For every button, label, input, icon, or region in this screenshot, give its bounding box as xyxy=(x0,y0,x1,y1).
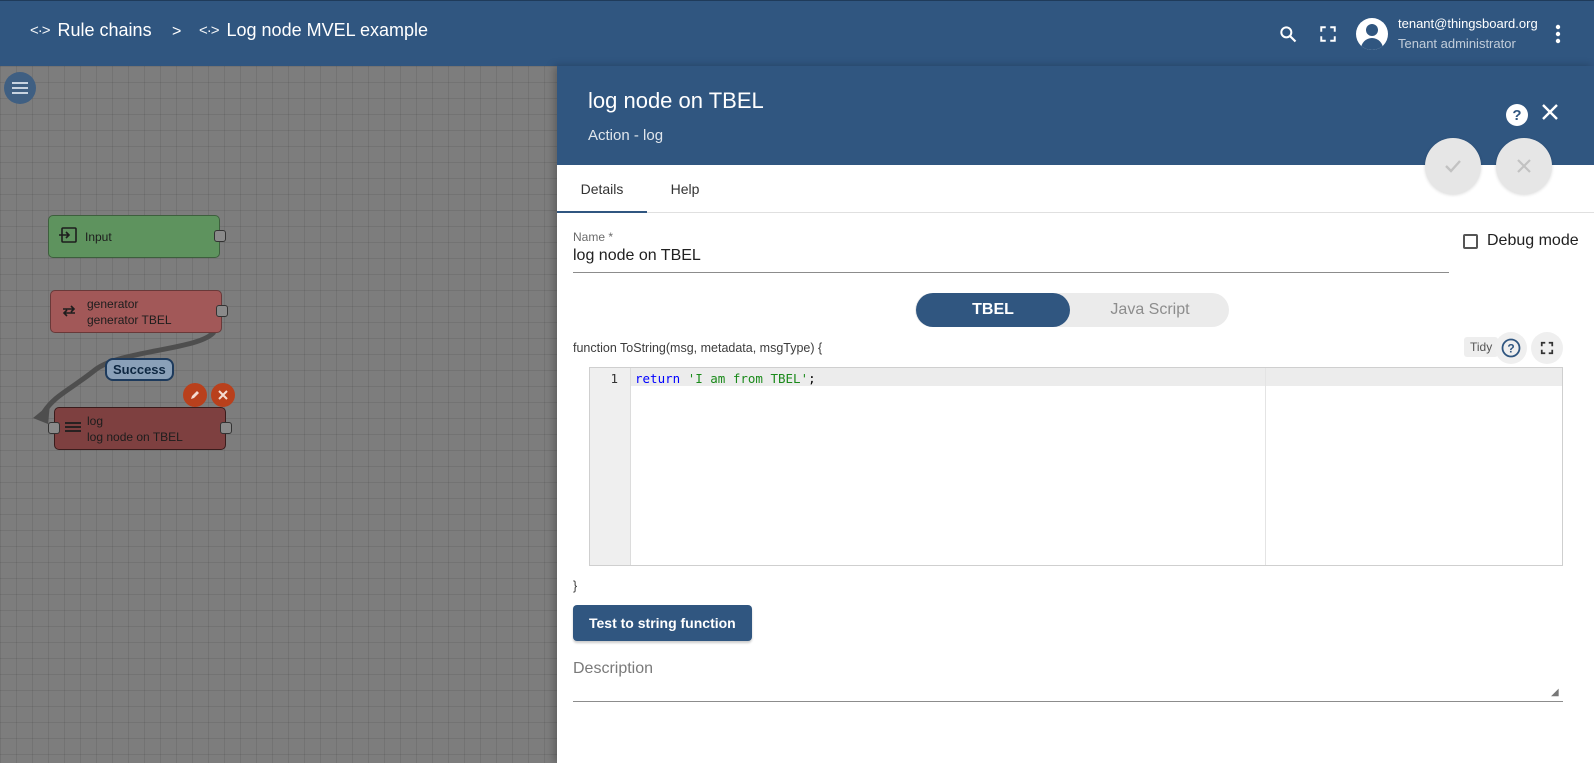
checkbox-icon[interactable] xyxy=(1463,233,1478,249)
code-line[interactable]: return 'I am from TBEL'; xyxy=(635,371,816,386)
output-port[interactable] xyxy=(220,422,232,434)
repeat-icon xyxy=(61,303,77,323)
output-port[interactable] xyxy=(214,230,226,242)
description-field[interactable]: Description xyxy=(573,660,653,678)
input-port[interactable] xyxy=(48,422,60,434)
more-vert-icon[interactable] xyxy=(1545,21,1571,47)
account-icon[interactable] xyxy=(1356,18,1388,50)
code-terminator: ; xyxy=(808,371,816,386)
user-role: Tenant administrator xyxy=(1398,36,1516,51)
name-field-underline xyxy=(573,272,1449,273)
user-email[interactable]: tenant@thingsboard.org xyxy=(1398,16,1538,31)
debug-mode-checkbox[interactable]: Debug mode xyxy=(1463,232,1579,250)
print-margin xyxy=(1265,368,1266,565)
node-type: Input xyxy=(85,230,112,244)
link-label-success[interactable]: Success xyxy=(105,358,174,381)
rule-connection-link[interactable] xyxy=(0,0,560,763)
panel-tabs: Details Help xyxy=(557,165,1594,213)
debug-mode-label: Debug mode xyxy=(1487,232,1579,249)
svg-text:?: ? xyxy=(1507,342,1514,356)
input-icon xyxy=(59,227,77,247)
name-field-label: Name * xyxy=(573,230,614,244)
close-icon[interactable] xyxy=(1541,102,1559,126)
tab-help[interactable]: Help xyxy=(647,165,723,213)
resize-handle-icon[interactable]: ◢ xyxy=(1551,687,1559,698)
log-lines-icon xyxy=(65,420,81,438)
search-icon[interactable] xyxy=(1275,21,1301,47)
node-name: generator TBEL xyxy=(87,313,172,327)
code-string: 'I am from TBEL' xyxy=(687,371,809,386)
rule-node-input[interactable]: Input xyxy=(48,215,226,258)
rule-node-generator[interactable]: generator generator TBEL xyxy=(50,290,228,333)
help-icon[interactable]: ? xyxy=(1506,104,1528,126)
edit-icon[interactable] xyxy=(183,383,207,407)
script-language-toggle[interactable]: TBEL Java Script xyxy=(915,293,1229,327)
delete-icon[interactable] xyxy=(211,383,235,407)
code-editor[interactable]: 1 return 'I am from TBEL'; xyxy=(589,367,1563,566)
node-type: generator xyxy=(87,297,139,311)
node-name: log node on TBEL xyxy=(87,430,183,444)
description-underline xyxy=(573,701,1563,702)
panel-title: log node on TBEL xyxy=(588,88,764,113)
code-keyword: return xyxy=(635,371,681,386)
node-type: log xyxy=(87,414,104,428)
test-to-string-button[interactable]: Test to string function xyxy=(573,605,752,641)
editor-fullscreen-icon[interactable] xyxy=(1531,332,1563,364)
output-port[interactable] xyxy=(216,305,228,317)
tidy-button[interactable]: Tidy xyxy=(1464,337,1499,357)
editor-help-icon[interactable]: ? xyxy=(1495,332,1527,364)
function-closing-brace: } xyxy=(573,579,578,593)
fullscreen-icon[interactable] xyxy=(1315,21,1341,47)
panel-subtitle: Action - log xyxy=(588,127,664,144)
rule-node-log[interactable]: log log node on TBEL xyxy=(48,407,232,450)
tab-details[interactable]: Details xyxy=(557,165,647,213)
name-field[interactable]: log node on TBEL xyxy=(573,247,701,265)
function-signature: function ToString(msg, metadata, msgType… xyxy=(573,341,823,355)
toggle-tbel[interactable]: TBEL xyxy=(916,293,1070,327)
node-details-panel: log node on TBEL Action - log ? Details … xyxy=(557,66,1594,763)
toggle-javascript[interactable]: Java Script xyxy=(1072,293,1228,327)
editor-gutter: 1 xyxy=(590,368,631,565)
line-number: 1 xyxy=(610,371,618,386)
